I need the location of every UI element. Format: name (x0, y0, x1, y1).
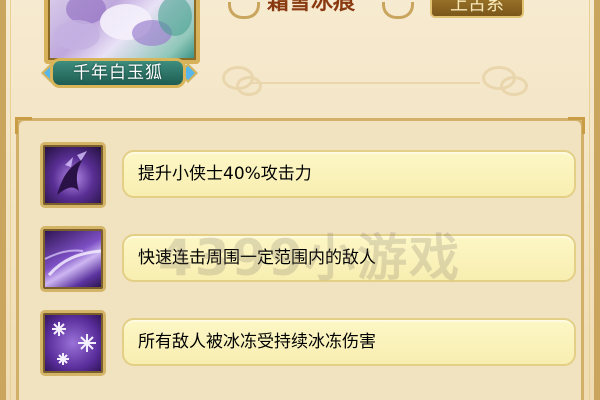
cloud-decoration (500, 76, 528, 96)
cloud-decoration (236, 76, 262, 96)
pet-portrait (44, 0, 200, 64)
skill-description: 快速连击周围一定范围内的敌人 (122, 234, 576, 282)
skill-row: 快速连击周围一定范围内的敌人 (26, 222, 576, 296)
pet-name-plate: 千年白玉狐 (50, 58, 186, 88)
pet-title: 霜雪冰痕 (266, 0, 355, 15)
skill-row: 所有敌人被冰冻受持续冰冻伤害 (26, 306, 576, 380)
skill-description: 提升小侠士40%攻击力 (122, 150, 576, 198)
panel-corner-ornament (568, 117, 585, 134)
pet-grade-badge: 上古系 (430, 0, 524, 18)
claw-strike-icon[interactable] (40, 142, 106, 208)
snowflake-freeze-icon[interactable] (40, 310, 106, 376)
slash-arc-icon[interactable] (40, 226, 106, 292)
skill-description: 所有敌人被冰冻受持续冰冻伤害 (122, 318, 576, 366)
skill-row: 提升小侠士40%攻击力 (26, 138, 576, 212)
panel-corner-ornament (15, 117, 32, 134)
divider-line (250, 82, 480, 84)
